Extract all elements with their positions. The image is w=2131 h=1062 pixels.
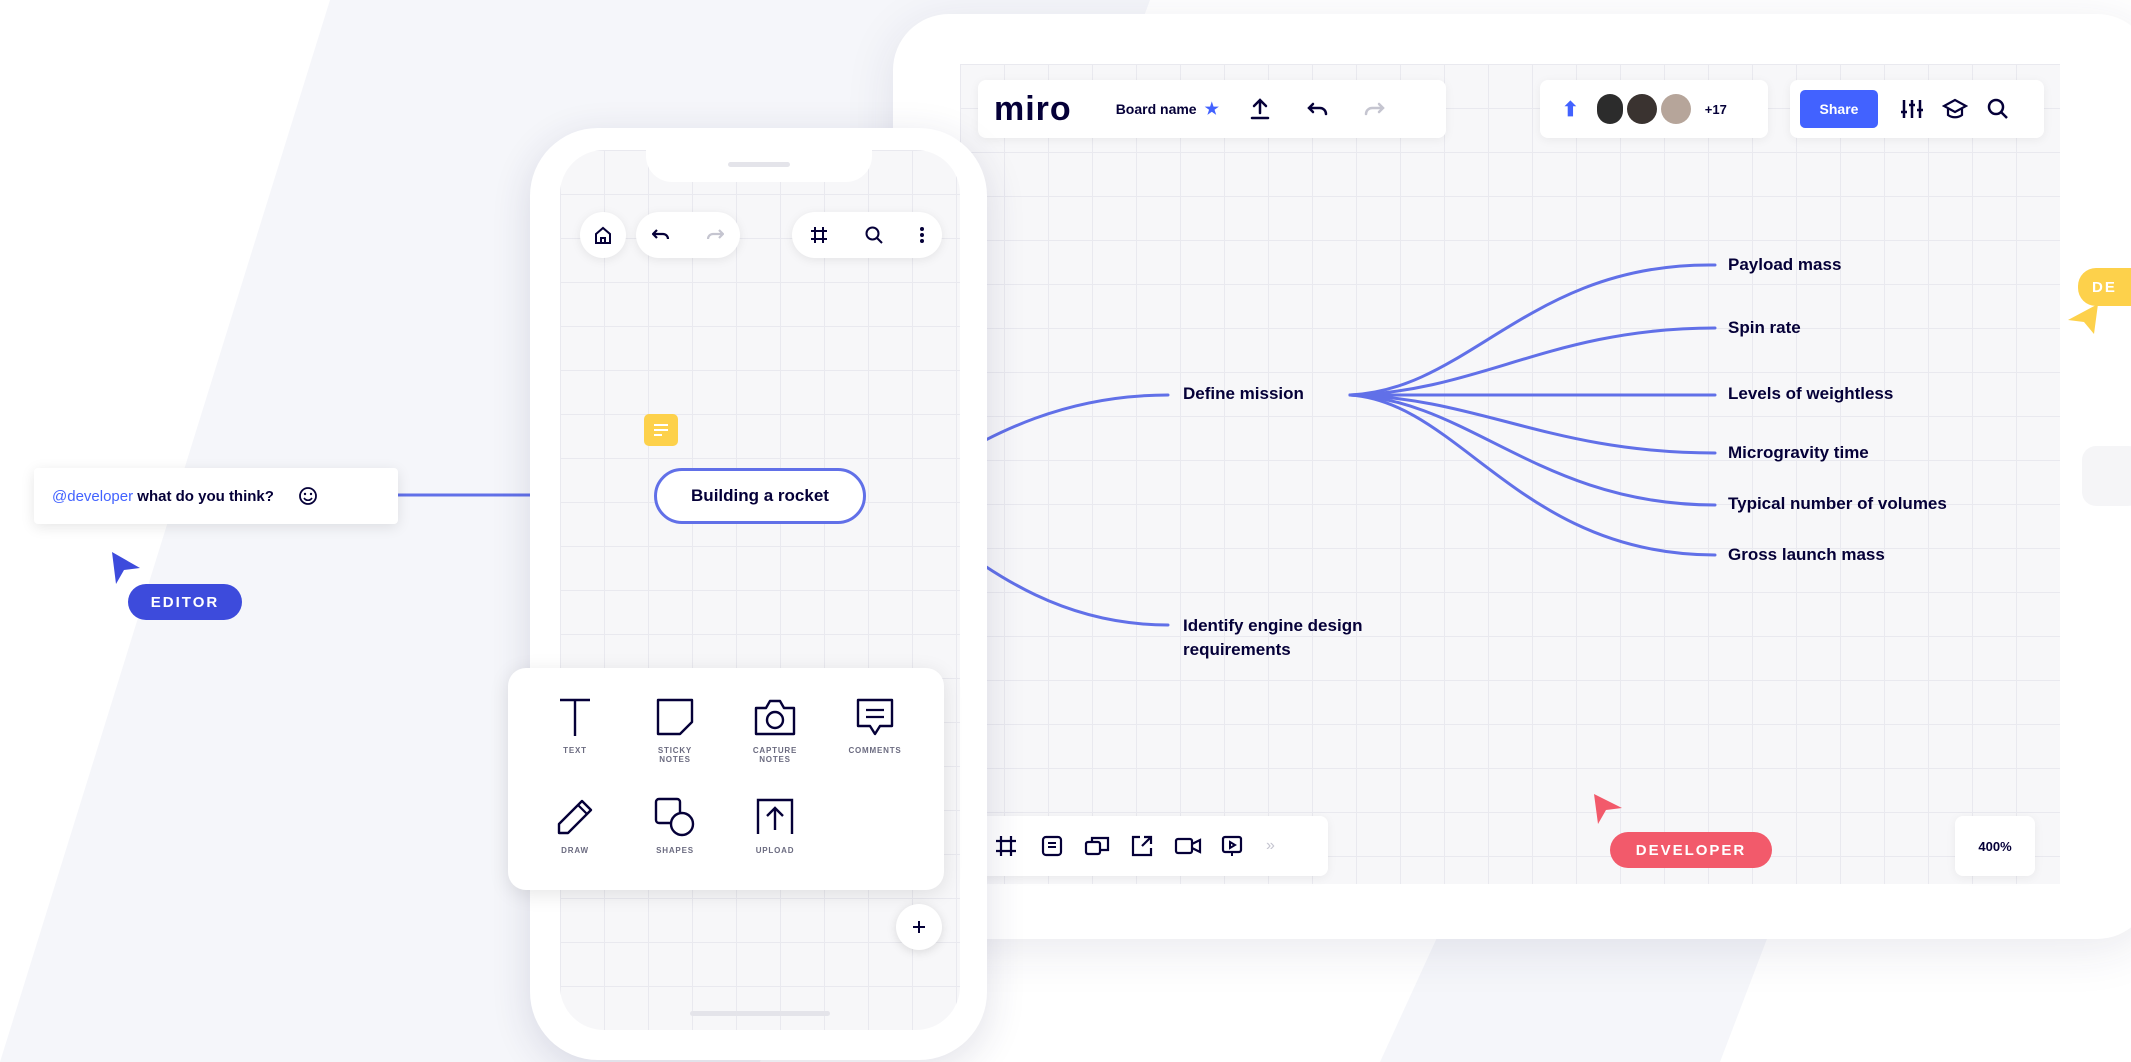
tool-upload-label: UPLOAD	[755, 846, 795, 855]
phone-tools-pill	[792, 212, 942, 258]
tool-draw-label: DRAW	[561, 846, 589, 855]
tool-capture-label-2: NOTES	[759, 755, 791, 764]
editor-cursor-icon	[112, 552, 140, 584]
tool-shapes-label: SHAPES	[656, 846, 694, 855]
comment-marker-icon[interactable]	[644, 414, 678, 446]
tool-sticky-label-2: NOTES	[659, 755, 691, 764]
root-node-label: Building a rocket	[691, 486, 829, 505]
branch-define-mission[interactable]: Define mission	[1183, 384, 1304, 404]
undo-icon[interactable]	[652, 228, 672, 242]
tool-comments-label: COMMENTS	[848, 746, 902, 755]
add-button[interactable]	[896, 904, 942, 950]
tool-text-label: TEXT	[563, 746, 587, 755]
pen-icon	[557, 799, 593, 835]
mindmap-connectors	[396, 263, 1717, 627]
developer-cursor-tag: DEVELOPER	[1610, 832, 1772, 868]
leaf-spin-rate[interactable]: Spin rate	[1728, 318, 1801, 338]
shapes-icon	[654, 797, 695, 837]
leaf-payload-mass[interactable]: Payload mass	[1728, 255, 1841, 275]
tool-comments[interactable]: COMMENTS	[830, 696, 920, 755]
tool-text[interactable]: TEXT	[530, 696, 620, 755]
frames-icon[interactable]	[809, 225, 829, 245]
upload-icon	[756, 798, 794, 834]
tool-sticky-notes[interactable]: STICKY NOTES	[630, 696, 720, 764]
tool-upload[interactable]: UPLOAD	[730, 796, 820, 855]
plus-icon	[913, 921, 925, 933]
leaf-microgravity-time[interactable]: Microgravity time	[1728, 443, 1869, 463]
leaf-typical-volumes[interactable]: Typical number of volumes	[1728, 494, 1947, 514]
text-icon	[560, 698, 590, 736]
phone-undo-pill	[636, 212, 740, 258]
phone-home-indicator	[690, 1011, 830, 1016]
phone-home-pill	[580, 212, 626, 258]
tool-draw[interactable]: DRAW	[530, 796, 620, 855]
branch-engine-design[interactable]: Identify engine design requirements	[1183, 614, 1362, 662]
leaf-gross-launch-mass[interactable]: Gross launch mass	[1728, 545, 1885, 565]
comment-icon	[856, 698, 894, 736]
emoji-icon[interactable]	[298, 486, 318, 506]
tool-capture-label-1: CAPTURE	[752, 746, 798, 755]
tool-sticky-label-1: STICKY	[657, 746, 693, 755]
redo-icon[interactable]	[704, 228, 724, 242]
branch-engine-design-line1: Identify engine design	[1183, 616, 1363, 635]
leaf-levels-of-weightless[interactable]: Levels of weightless	[1728, 384, 1893, 404]
editor-cursor-tag: EDITOR	[128, 584, 242, 620]
home-icon[interactable]	[593, 225, 613, 245]
offscreen-cursor-label: DE	[2092, 278, 2117, 296]
tool-capture-notes[interactable]: CAPTURE NOTES	[730, 696, 820, 764]
comment-text: what do you think?	[133, 487, 274, 505]
phone-speaker	[728, 162, 790, 167]
developer-cursor-icon	[1594, 794, 1622, 824]
tool-shapes[interactable]: SHAPES	[630, 796, 720, 855]
sticky-note-icon	[656, 698, 694, 736]
root-node[interactable]: Building a rocket	[654, 468, 866, 524]
offscreen-panel	[2082, 446, 2131, 506]
phone-screen[interactable]	[560, 150, 960, 1030]
branch-engine-design-line2: requirements	[1183, 640, 1291, 659]
comment-mention[interactable]: @developer	[52, 488, 133, 505]
more-vertical-icon[interactable]	[919, 225, 925, 245]
search-icon[interactable]	[864, 225, 884, 245]
camera-icon	[754, 699, 796, 736]
comment-box[interactable]: @developer what do you think?	[34, 468, 398, 524]
offscreen-cursor-icon	[2068, 304, 2098, 334]
